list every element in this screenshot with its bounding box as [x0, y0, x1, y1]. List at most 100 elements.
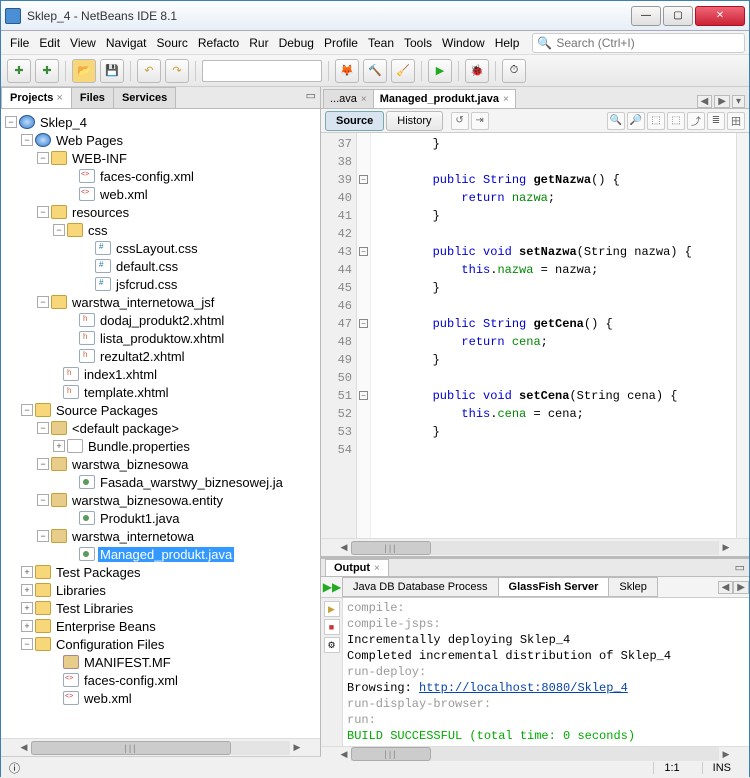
tree-rezultat[interactable]: rezultat2.xhtml [98, 349, 187, 364]
undo-button[interactable]: ↶ [137, 59, 161, 83]
tree-webxml2[interactable]: web.xml [82, 691, 134, 706]
tree-srcpkg[interactable]: Source Packages [54, 403, 160, 418]
tree-resources[interactable]: resources [70, 205, 131, 220]
config-dropdown[interactable] [202, 60, 322, 82]
tree-wi[interactable]: warstwa_internetowa [70, 529, 196, 544]
output-scroll-right[interactable]: ▶ [733, 581, 749, 594]
run-icon[interactable]: ▶▶ [321, 580, 343, 594]
status-notification-icon[interactable]: ⓘ [9, 760, 20, 776]
tree-wij[interactable]: warstwa_internetowa_jsf [70, 295, 216, 310]
tree-managed-selected[interactable]: Managed_produkt.java [98, 547, 234, 562]
editor-toolbar-btn[interactable]: ≣ [707, 112, 725, 130]
editor-toolbar-btn[interactable]: ↺ [451, 112, 469, 130]
editor-tab-collapsed[interactable]: ...ava × [323, 89, 374, 108]
profile-button[interactable]: ⏱ [502, 59, 526, 83]
tree-fasada[interactable]: Fasada_warstwy_biznesowej.ja [98, 475, 285, 490]
output-btn-rerun[interactable]: ▶ [324, 601, 340, 617]
tree-template[interactable]: template.xhtml [82, 385, 171, 400]
tree-bundle[interactable]: Bundle.properties [86, 439, 192, 454]
fold-gutter[interactable]: − − − − [357, 133, 371, 538]
menu-debug[interactable]: Debug [274, 34, 319, 52]
code-area[interactable]: } public String getNazwa() { return nazw… [371, 133, 749, 538]
output-tab[interactable]: Output × [325, 559, 389, 576]
overview-ruler[interactable] [736, 133, 749, 538]
tree-libs[interactable]: Libraries [54, 583, 108, 598]
tree-defpkg[interactable]: <default package> [70, 421, 181, 436]
debug-button[interactable]: 🐞 [465, 59, 489, 83]
menu-profile[interactable]: Profile [319, 34, 363, 52]
tab-list-button[interactable]: ▾ [732, 95, 745, 108]
tree-css[interactable]: css [86, 223, 110, 238]
tree-webinf[interactable]: WEB-INF [70, 151, 129, 166]
menu-refactor[interactable]: Refacto [193, 34, 244, 52]
tree-hscrollbar[interactable]: ◀ ||| ▶ [1, 738, 320, 756]
tab-services[interactable]: Services [113, 87, 176, 108]
save-all-button[interactable]: 💾 [100, 59, 124, 83]
maximize-button[interactable]: ▢ [663, 6, 693, 26]
menu-tools[interactable]: Tools [399, 34, 437, 52]
code-editor[interactable]: 373839404142434445464748495051525354 − −… [321, 133, 749, 538]
clean-build-button[interactable]: 🧹 [391, 59, 415, 83]
close-icon[interactable]: × [361, 94, 367, 105]
editor-toolbar-btn[interactable]: ⬚ [647, 112, 665, 130]
menu-view[interactable]: View [65, 34, 101, 52]
project-tree[interactable]: −Sklep_4 −Web Pages −WEB-INF faces-confi… [1, 109, 320, 738]
editor-hscrollbar[interactable]: ◀ ||| ▶ [321, 538, 749, 556]
open-button[interactable]: 📂 [72, 59, 96, 83]
output-subtab-jdb[interactable]: Java DB Database Process [342, 577, 499, 597]
menu-window[interactable]: Window [437, 34, 490, 52]
output-subtab-glassfish[interactable]: GlassFish Server [498, 577, 610, 597]
menu-source[interactable]: Sourc [152, 34, 193, 52]
tree-facesconfig2[interactable]: faces-config.xml [82, 673, 180, 688]
output-subtab-sklep[interactable]: Sklep [608, 577, 658, 597]
output-scroll-left[interactable]: ◀ [718, 581, 734, 594]
tree-manifest[interactable]: MANIFEST.MF [82, 655, 173, 670]
tree-eb[interactable]: Enterprise Beans [54, 619, 158, 634]
tree-index1[interactable]: index1.xhtml [82, 367, 159, 382]
tree-lista[interactable]: lista_produktow.xhtml [98, 331, 226, 346]
search-box[interactable]: 🔍 [532, 33, 745, 53]
editor-toolbar-btn[interactable]: 🔍 [607, 112, 625, 130]
output-btn-settings[interactable]: ⚙ [324, 637, 340, 653]
view-source-tab[interactable]: Source [325, 111, 384, 131]
tree-testlibs[interactable]: Test Libraries [54, 601, 135, 616]
tab-projects[interactable]: Projects × [1, 87, 72, 108]
tree-produkt1[interactable]: Produkt1.java [98, 511, 182, 526]
tab-scroll-left-button[interactable]: ◀ [697, 95, 713, 108]
menu-file[interactable]: File [5, 34, 34, 52]
tree-defaultcss[interactable]: default.css [114, 259, 180, 274]
new-project-button[interactable]: ✚ [35, 59, 59, 83]
tree-wb[interactable]: warstwa_biznesowa [70, 457, 190, 472]
editor-toolbar-btn[interactable]: ⬚ [667, 112, 685, 130]
run-button[interactable]: ▶ [428, 59, 452, 83]
tab-files[interactable]: Files [71, 87, 114, 108]
close-icon[interactable]: × [56, 92, 62, 104]
tree-csslayout[interactable]: cssLayout.css [114, 241, 200, 256]
tree-facesconfig[interactable]: faces-config.xml [98, 169, 196, 184]
redo-button[interactable]: ↷ [165, 59, 189, 83]
tree-wbe[interactable]: warstwa_biznesowa.entity [70, 493, 225, 508]
editor-toolbar-btn[interactable]: ⤴ [687, 112, 705, 130]
editor-toolbar-btn[interactable]: ⇥ [471, 112, 489, 130]
editor-tab-managed[interactable]: Managed_produkt.java × [373, 89, 516, 108]
output-text[interactable]: compile: compile-jsps: Incrementally dep… [343, 598, 749, 746]
editor-toolbar-btn[interactable]: 田 [727, 112, 745, 130]
close-icon[interactable]: × [374, 563, 380, 574]
view-history-tab[interactable]: History [386, 111, 442, 131]
output-url-link[interactable]: http://localhost:8080/Sklep_4 [419, 681, 628, 695]
close-icon[interactable]: × [503, 94, 509, 105]
output-minimize-button[interactable]: ▭ [731, 559, 749, 576]
editor-toolbar-btn[interactable]: 🔎 [627, 112, 645, 130]
menu-navigate[interactable]: Navigat [101, 34, 152, 52]
tree-jsfcrud[interactable]: jsfcrud.css [114, 277, 179, 292]
panel-minimize-button[interactable]: ▭ [302, 87, 320, 108]
tree-dodaj[interactable]: dodaj_produkt2.xhtml [98, 313, 226, 328]
output-hscrollbar[interactable]: ◀ ||| ▶ [321, 746, 749, 761]
tree-webxml[interactable]: web.xml [98, 187, 150, 202]
menu-team[interactable]: Tean [363, 34, 399, 52]
menu-run[interactable]: Rur [244, 34, 273, 52]
menu-edit[interactable]: Edit [34, 34, 65, 52]
build-button[interactable]: 🔨 [363, 59, 387, 83]
tree-conf[interactable]: Configuration Files [54, 637, 166, 652]
minimize-button[interactable]: — [631, 6, 661, 26]
